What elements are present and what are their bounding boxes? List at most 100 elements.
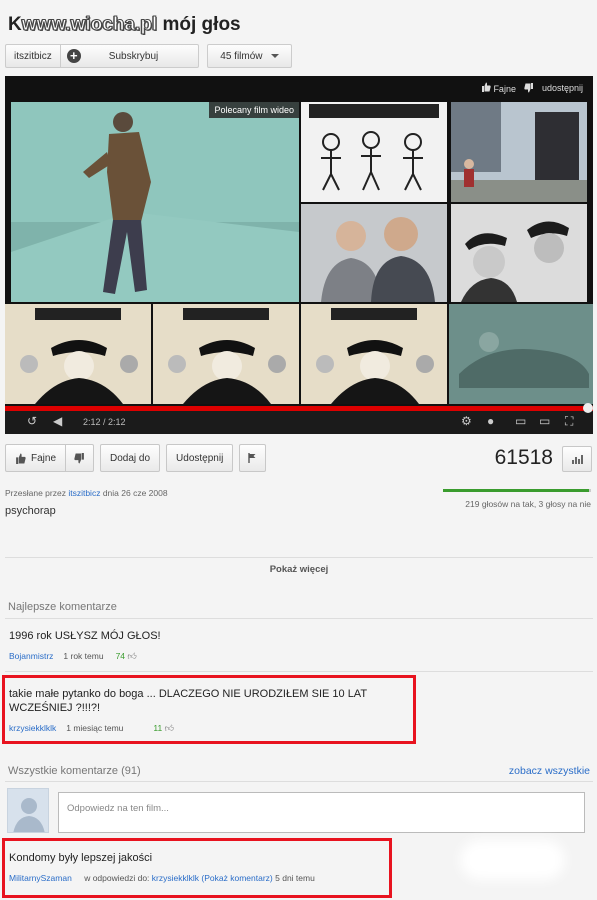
stats-bar-icon [577,459,580,464]
all-comments-heading: Wszystkie komentarze (91) [8,765,141,777]
album-cover-image [301,304,447,404]
stats-bar-icon [580,455,583,464]
like-button[interactable]: Fajne [5,444,67,472]
comment-meta: Bojanmistrz 1 rok temu 74 👍︎ [9,651,137,662]
like-label: Fajne [31,452,57,464]
comment-time: 5 dni temu [275,873,315,883]
dancer-image [11,102,299,302]
video-count-dropdown[interactable]: 45 filmów [207,44,292,68]
thumb-two-guys[interactable] [301,204,447,302]
thumb-lying[interactable] [449,304,593,404]
caret-down-icon [270,54,279,58]
player-like-label: Fajne [493,84,516,94]
comment-author-link[interactable]: krzysiekklklk [9,723,56,733]
upload-prefix: Przesłane przez [5,488,66,498]
see-all-link[interactable]: zobacz wszystkie [509,765,590,777]
blurred-area [460,840,565,880]
recommended-video-label[interactable]: Polecany film wideo [209,102,299,118]
comment-time: 1 rok temu [63,651,104,661]
caps-image [451,204,587,302]
gear-icon[interactable]: ⚙ [461,414,472,428]
comment-meta: krzysiekklklk 1 miesiąc temu 11 👍︎ [9,723,174,734]
small-player-icon[interactable]: ▭ [515,414,526,428]
comment-score: 11 [153,723,163,733]
thumb-cover-3[interactable] [301,304,447,404]
divider [5,781,593,782]
thumbs-up-icon[interactable]: 👍︎ [127,651,136,662]
upload-date: dnia 26 cze 2008 [102,488,168,498]
cartoon-image [301,102,447,202]
stats-bar-icon [574,457,577,464]
thumb-cartoon[interactable] [301,102,447,202]
album-cover-image [153,304,299,404]
divider [5,671,593,672]
comment-text: Kondomy były lepszej jakości [9,852,153,864]
like-ratio-bar [443,489,591,492]
default-avatar-icon [8,789,48,832]
player-like-button[interactable]: Fajne [481,82,516,94]
thumbs-down-icon[interactable] [524,83,534,93]
thumb-street[interactable] [451,102,587,202]
view-count: 61518 [494,446,553,469]
subscribe-button[interactable]: + Subskrybuj [60,44,200,68]
thumbs-up-icon[interactable]: 👍︎ [165,723,174,734]
add-to-button[interactable]: Dodaj do [100,444,161,472]
player-top-bar: Fajne udostępnij [5,76,593,100]
show-comment-link[interactable]: (Pokaż komentarz) [201,873,272,883]
comment-text: takie małe pytanko do boga ... DLACZEGO … [9,688,367,714]
show-more-button[interactable]: Pokaż więcej [5,557,593,579]
volume-icon[interactable]: ◀ [53,414,62,428]
video-frame: Polecany film wideo [11,102,299,302]
share-button[interactable]: Udostępnij [166,444,234,472]
comment-time: 1 miesiąc temu [66,723,124,733]
street-image [451,102,587,202]
annotations-icon[interactable]: ● [487,414,494,428]
subscribe-label: Subskrybuj [108,50,159,62]
like-ratio-fill [443,489,589,492]
top-comments-heading: Najlepsze komentarze [8,601,117,613]
page-title: Kwww.wiocha.pl mój głos [8,14,241,36]
video-player[interactable]: Fajne udostępnij Polecany film wideo ↺ ◀… [5,76,593,434]
stats-button[interactable] [562,446,592,472]
album-cover-image [5,304,151,404]
dislike-button[interactable] [66,444,95,472]
reply-input[interactable]: Odpowiedz na ten film... [58,792,585,833]
reply-to-link[interactable]: krzysiekklklk [152,873,199,883]
title-prefix: K [8,14,22,35]
channel-bar: itszitbicz + Subskrybuj 45 filmów [5,44,292,68]
replay-icon[interactable]: ↺ [27,414,37,428]
progress-fill [5,406,593,411]
thumb-cover-1[interactable] [5,304,151,404]
time-display: 2:12 / 2:12 [83,417,126,427]
comment-score: 74 [115,651,126,661]
video-count-label: 45 filmów [220,50,263,62]
avatar [7,788,49,833]
thumb-caps[interactable] [451,204,587,302]
large-player-icon[interactable]: ▭ [539,414,550,428]
comment-author-link[interactable]: Bojanmistrz [9,651,53,661]
comment-text: 1996 rok USŁYSZ MÓJ GŁOS! [9,630,161,642]
thumb-cover-2[interactable] [153,304,299,404]
reply-prefix: w odpowiedzi do: [84,873,150,883]
upload-info: Przesłane przez itszitbicz dnia 26 cze 2… [5,488,168,498]
flag-icon [248,453,256,463]
flag-button[interactable] [239,444,267,472]
two-guys-image [301,204,447,302]
comment-author-link[interactable]: MilitarnySzaman [9,873,72,883]
progress-knob[interactable] [583,403,593,413]
comment-meta: MilitarnySzaman w odpowiedzi do: krzysie… [9,873,315,883]
player-share-button[interactable]: udostępnij [542,83,583,93]
progress-bar[interactable] [5,403,593,413]
thumbs-up-icon [16,453,26,464]
lying-figure-image [449,304,593,404]
divider [5,618,593,619]
thumbs-down-icon [74,452,84,463]
channel-name-link[interactable]: itszitbicz [5,44,61,68]
action-row: Fajne Dodaj do Udostępnij [5,444,267,472]
fullscreen-icon[interactable]: ⛶ [565,414,573,429]
uploader-link[interactable]: itszitbicz [68,488,100,498]
thumbs-up-icon [481,82,491,92]
video-description: psychorap [5,505,56,517]
plus-icon: + [66,49,81,63]
player-controls: ↺ ◀ 2:12 / 2:12 ⚙ ● ▭ ▭ ⛶ [5,403,593,434]
